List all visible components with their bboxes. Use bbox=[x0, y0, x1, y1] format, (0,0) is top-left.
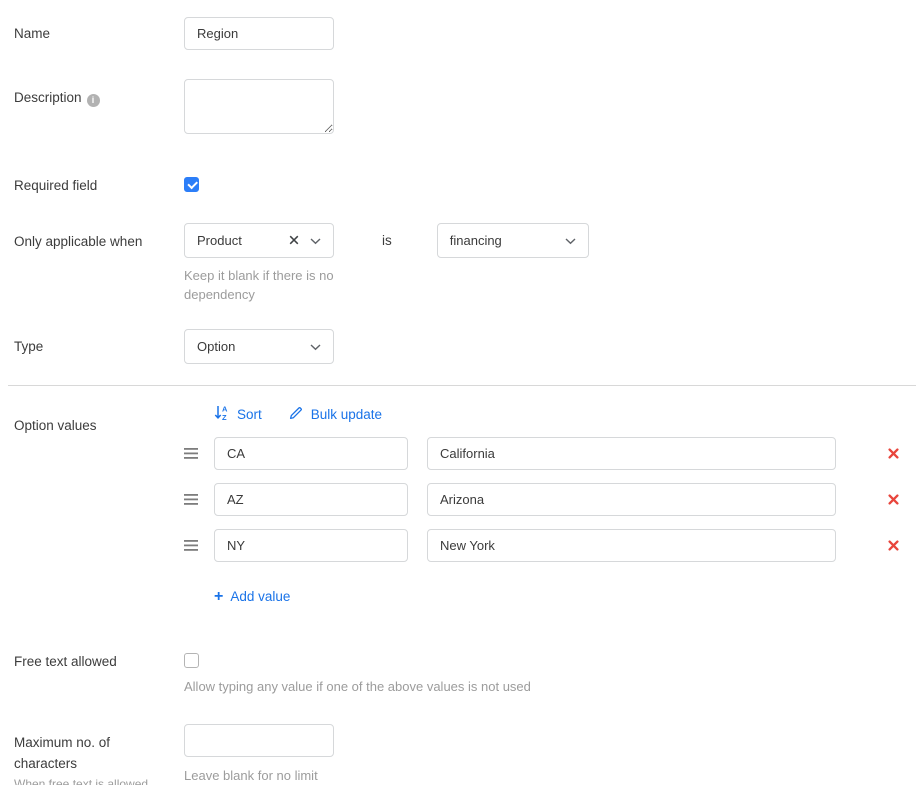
max-chars-label: Maximum no. of characters bbox=[14, 732, 134, 774]
description-textarea[interactable] bbox=[184, 79, 334, 134]
drag-handle-icon[interactable] bbox=[184, 540, 198, 551]
option-values-label: Option values bbox=[14, 404, 184, 434]
required-label: Required field bbox=[14, 177, 184, 194]
name-input[interactable] bbox=[184, 17, 334, 50]
delete-option-button[interactable] bbox=[886, 538, 901, 553]
type-value: Option bbox=[197, 339, 235, 354]
dependency-connector: is bbox=[382, 233, 392, 248]
dependency-field-value: Product bbox=[197, 233, 242, 248]
option-name-input[interactable] bbox=[427, 529, 836, 562]
description-label-text: Description bbox=[14, 90, 82, 105]
sort-label: Sort bbox=[237, 407, 262, 422]
delete-option-button[interactable] bbox=[886, 492, 901, 507]
pencil-icon bbox=[288, 405, 304, 424]
free-text-checkbox[interactable] bbox=[184, 653, 199, 668]
dependency-value: financing bbox=[450, 233, 502, 248]
max-chars-label-block: Maximum no. of characters When free text… bbox=[14, 724, 184, 785]
info-icon: i bbox=[87, 94, 100, 107]
option-name-input[interactable] bbox=[427, 437, 836, 470]
type-label: Type bbox=[14, 329, 184, 355]
add-value-button[interactable]: + Add value bbox=[214, 589, 290, 604]
option-row bbox=[184, 437, 916, 470]
option-code-input[interactable] bbox=[214, 437, 408, 470]
drag-handle-icon[interactable] bbox=[184, 494, 198, 505]
custom-field-form: Name Description i Required field Only ap… bbox=[0, 0, 916, 785]
max-chars-helper: Leave blank for no limit bbox=[184, 767, 916, 785]
free-text-helper: Allow typing any value if one of the abo… bbox=[184, 678, 916, 697]
bulk-update-label: Bulk update bbox=[311, 407, 382, 422]
row-free-text: Free text allowed Allow typing any value… bbox=[14, 653, 916, 697]
free-text-label: Free text allowed bbox=[14, 653, 184, 670]
option-rows bbox=[184, 437, 916, 562]
row-option-values: Option values A Z Sort bbox=[14, 404, 916, 606]
row-description: Description i bbox=[14, 79, 916, 139]
svg-text:Z: Z bbox=[222, 413, 227, 421]
add-value-label: Add value bbox=[230, 589, 290, 604]
row-type: Type Option bbox=[14, 329, 916, 364]
sort-button[interactable]: A Z Sort bbox=[214, 404, 262, 424]
sort-az-icon: A Z bbox=[214, 404, 230, 424]
row-dependency: Only applicable when Product is bbox=[14, 223, 916, 304]
row-max-chars: Maximum no. of characters When free text… bbox=[14, 724, 916, 785]
max-chars-input[interactable] bbox=[184, 724, 334, 757]
option-row bbox=[184, 529, 916, 562]
drag-handle-icon[interactable] bbox=[184, 448, 198, 459]
chevron-down-icon bbox=[310, 233, 321, 248]
option-row bbox=[184, 483, 916, 516]
dependency-field-select[interactable]: Product bbox=[184, 223, 334, 258]
delete-option-button[interactable] bbox=[886, 446, 901, 461]
dependency-label: Only applicable when bbox=[14, 223, 184, 250]
plus-icon: + bbox=[214, 590, 223, 604]
row-required: Required field bbox=[14, 177, 916, 194]
required-checkbox[interactable] bbox=[184, 177, 199, 192]
description-label: Description i bbox=[14, 79, 184, 107]
name-label: Name bbox=[14, 17, 184, 42]
chevron-down-icon bbox=[310, 339, 321, 354]
max-chars-sublabel: When free text is allowed bbox=[14, 777, 184, 785]
row-name: Name bbox=[14, 17, 916, 50]
section-divider bbox=[8, 385, 916, 386]
option-code-input[interactable] bbox=[214, 483, 408, 516]
dependency-helper: Keep it blank if there is no dependency bbox=[184, 267, 356, 304]
chevron-down-icon bbox=[565, 233, 576, 248]
option-code-input[interactable] bbox=[214, 529, 408, 562]
option-name-input[interactable] bbox=[427, 483, 836, 516]
clear-icon[interactable] bbox=[289, 233, 299, 248]
bulk-update-button[interactable]: Bulk update bbox=[288, 405, 382, 424]
dependency-value-select[interactable]: financing bbox=[437, 223, 589, 258]
type-select[interactable]: Option bbox=[184, 329, 334, 364]
